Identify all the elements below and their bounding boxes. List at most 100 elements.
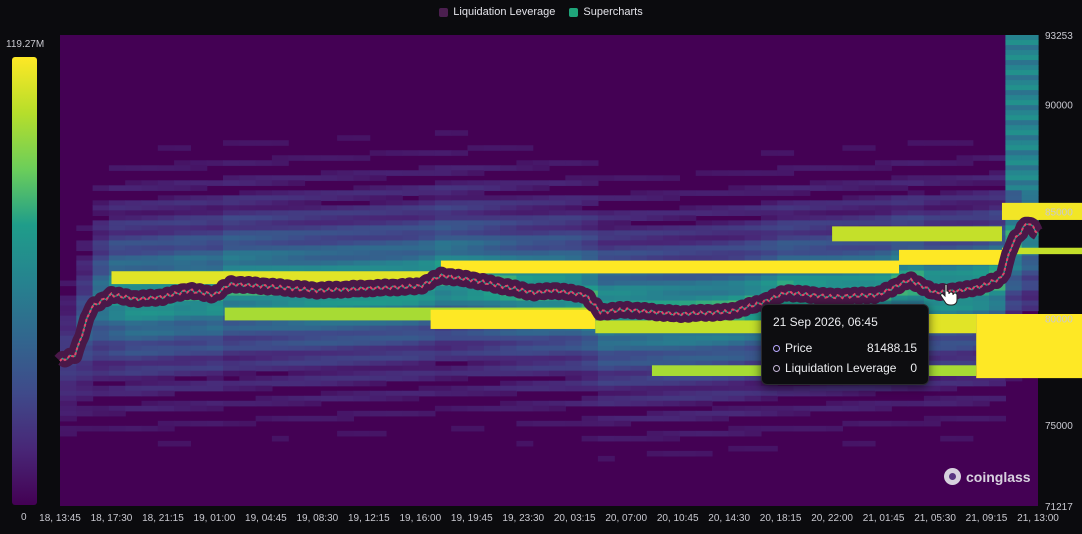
x-tick-label: 18, 13:45 xyxy=(39,513,81,524)
heatmap-cell xyxy=(565,340,583,347)
heatmap-cell xyxy=(92,260,110,267)
heatmap-cell xyxy=(320,210,338,216)
heatmap-cell xyxy=(663,295,680,302)
heatmap-cell xyxy=(451,165,469,171)
heatmap-cell xyxy=(451,210,469,216)
heatmap-cell xyxy=(809,220,827,226)
heatmap-cell xyxy=(532,380,550,387)
heatmap-cell xyxy=(304,195,322,201)
x-tick-label: 21, 09:15 xyxy=(966,513,1008,524)
heatmap-cell xyxy=(826,210,843,216)
heatmap-cell xyxy=(386,295,403,302)
heatmap-cell xyxy=(369,360,387,367)
heatmap-cell xyxy=(60,295,77,302)
heatmap-cell xyxy=(597,225,615,232)
heatmap-cell xyxy=(679,410,697,417)
heatmap-cell xyxy=(712,205,729,211)
heatmap-cell xyxy=(108,325,126,332)
heatmap-cell xyxy=(60,425,77,432)
heatmap-cell xyxy=(304,210,322,216)
heatmap-cell xyxy=(304,155,322,161)
heatmap-cell xyxy=(630,275,648,282)
heatmap-cell xyxy=(777,165,795,171)
heatmap-cell xyxy=(337,390,354,397)
heatmap-cell xyxy=(271,265,289,272)
heatmap-cell xyxy=(467,370,485,377)
heatmap-cell xyxy=(875,400,892,407)
heatmap-cell xyxy=(157,325,175,332)
heatmap-cell xyxy=(288,395,306,402)
heatmap-cell xyxy=(842,185,860,191)
heatmap-cell xyxy=(76,260,94,267)
heatmap-cell xyxy=(1021,110,1039,116)
heatmap-cell xyxy=(630,290,648,297)
heatmap-cell xyxy=(630,245,648,252)
heatmap-cell xyxy=(891,400,909,407)
heatmap-cell xyxy=(646,190,664,196)
heatmap-cell xyxy=(206,365,224,372)
heatmap-cell xyxy=(630,250,648,257)
heatmap-cell xyxy=(337,375,354,382)
heatmap-cell xyxy=(875,420,892,427)
heatmap-cell xyxy=(777,205,795,211)
heatmap-cell xyxy=(728,290,746,297)
heatmap-cell xyxy=(516,350,534,357)
heatmap-cell xyxy=(614,335,632,342)
heatmap-cell xyxy=(972,155,990,161)
heatmap-cell xyxy=(956,155,974,161)
heatmap-cell xyxy=(940,220,958,226)
heatmap-cell xyxy=(614,275,632,282)
heatmap-cell xyxy=(940,180,958,186)
heatmap-cell xyxy=(402,260,420,267)
heatmap-cell xyxy=(646,250,664,257)
heatmap-cell xyxy=(271,300,289,307)
heatmap-cell xyxy=(581,365,599,372)
heatmap-cell xyxy=(858,215,876,221)
heatmap-cell xyxy=(386,350,403,357)
heatmap-cell xyxy=(304,365,322,372)
heatmap-cell xyxy=(1021,45,1039,51)
heatmap-cell xyxy=(1021,170,1039,176)
heatmap-cell xyxy=(1021,275,1039,282)
heatmap-cell xyxy=(353,245,371,252)
heatmap-cell xyxy=(434,200,452,206)
heatmap-cell xyxy=(532,235,550,242)
heatmap-cell xyxy=(614,280,632,287)
heatmap-cell xyxy=(157,260,175,267)
heatmap-cell xyxy=(288,180,306,186)
heatmap-cell xyxy=(271,375,289,382)
heatmap-cell xyxy=(1021,305,1039,312)
heatmap-cell xyxy=(418,410,436,417)
heatmap-cell xyxy=(337,210,354,216)
heatmap-cell xyxy=(646,435,664,442)
heatmap-cell xyxy=(923,200,941,206)
heatmap-cell xyxy=(793,255,811,262)
heatmap-cell xyxy=(386,150,403,156)
heatmap-cell xyxy=(581,180,599,186)
heatmap-cell xyxy=(402,370,420,377)
heatmap-cell xyxy=(744,380,762,387)
heatmap-cell xyxy=(956,305,974,312)
liquidation-heatmap-chart[interactable]: 932539000085000800007500071217 18, 13:45… xyxy=(0,0,1082,534)
heatmap-cell xyxy=(728,445,746,452)
heatmap-cell xyxy=(679,235,697,242)
heatmap-cell xyxy=(92,375,110,382)
heatmap-cell xyxy=(597,215,615,221)
heatmap-cell xyxy=(630,280,648,287)
heatmap-cell xyxy=(500,185,517,191)
heatmap-cell xyxy=(320,170,338,176)
heatmap-cell xyxy=(467,405,485,412)
heatmap-cell xyxy=(337,320,354,327)
tooltip-label-liquidation-leverage: Liquidation Leverage xyxy=(785,361,897,375)
heatmap-cell xyxy=(1021,195,1039,201)
heatmap-cell xyxy=(108,225,126,232)
heatmap-cell xyxy=(125,180,143,186)
heatmap-cell xyxy=(646,290,664,297)
heatmap-cell xyxy=(728,185,746,191)
heatmap-cell xyxy=(92,410,110,417)
heatmap-cell xyxy=(239,180,257,186)
heatmap-cell xyxy=(923,215,941,221)
heatmap-cell xyxy=(1005,120,1023,126)
heatmap-cell xyxy=(712,280,729,287)
heatmap-cell xyxy=(206,255,224,262)
